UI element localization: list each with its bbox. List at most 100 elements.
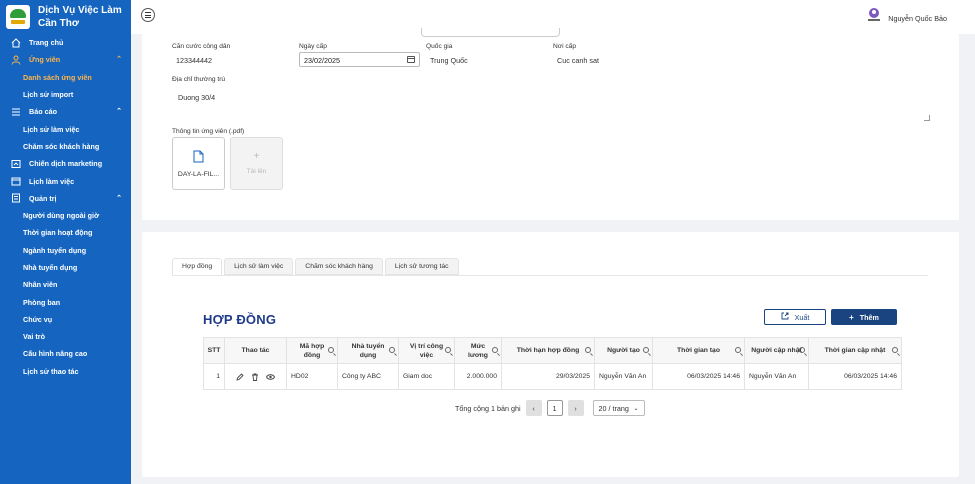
sidebar-item-home[interactable]: Trang chủ	[0, 34, 131, 51]
sidebar-item-roles[interactable]: Vai trò	[0, 328, 131, 345]
cell-creator: Nguyễn Văn An	[594, 363, 653, 390]
issue-place-value[interactable]: Cuc canh sat	[557, 56, 599, 65]
sidebar-item-label: Quản trị	[29, 193, 57, 203]
col-updater-label: Người cập nhật	[751, 347, 802, 354]
col-actions: Thao tác	[224, 337, 287, 364]
sidebar-item-label: Nhân viên	[23, 280, 58, 290]
col-created[interactable]: Thời gian tạo	[652, 337, 745, 364]
search-icon[interactable]	[445, 347, 451, 353]
chevron-up-icon: ⌃	[116, 194, 122, 202]
prev-page-icon[interactable]: ‹	[525, 400, 542, 416]
edit-icon[interactable]	[236, 372, 244, 381]
date-label: Ngày cấp	[299, 43, 327, 50]
cell-updater: Nguyễn Văn An	[744, 363, 809, 390]
sidebar-item-employers[interactable]: Nhà tuyển dụng	[0, 259, 131, 276]
address-label: Địa chỉ thường trú	[172, 76, 226, 83]
sidebar-item-label: Báo cáo	[29, 107, 57, 117]
sidebar-item-candidate-list[interactable]: Danh sách ứng viên	[0, 69, 131, 86]
previous-field-edge[interactable]	[421, 28, 560, 37]
col-term[interactable]: Thời hạn hợp đồng	[501, 337, 595, 364]
sidebar-item-label: Lịch sử làm việc	[23, 124, 80, 134]
resize-handle-icon[interactable]	[924, 115, 930, 121]
col-code[interactable]: Mã hợp đồng	[286, 337, 338, 364]
search-icon[interactable]	[389, 347, 395, 353]
chevron-up-icon: ⌃	[116, 108, 122, 116]
col-updated[interactable]: Thời gian cập nhật	[808, 337, 902, 364]
country-value[interactable]: Trung Quốc	[430, 56, 468, 65]
sidebar-item-advanced-config[interactable]: Cấu hình nâng cao	[0, 345, 131, 362]
issue-date-field[interactable]: 23/02/2025	[299, 52, 420, 67]
user-menu[interactable]: Nguyễn Quốc Bảo	[868, 6, 947, 23]
brand[interactable]: Dịch Vụ Việc Làm Cần Thơ	[0, 0, 131, 34]
col-salary[interactable]: Mức lương	[454, 337, 502, 364]
sidebar-item-label: Nhà tuyển dụng	[23, 263, 78, 272]
plus-icon: +	[849, 312, 854, 322]
col-employer[interactable]: Nhà tuyển dụng	[337, 337, 399, 364]
id-value[interactable]: 123344442	[176, 56, 212, 65]
export-icon	[781, 312, 789, 322]
export-button[interactable]: Xuất	[764, 309, 826, 325]
cell-stt: 1	[203, 363, 225, 390]
col-position[interactable]: Vị trí công việc	[398, 337, 455, 364]
campaign-icon	[10, 158, 21, 169]
search-icon[interactable]	[735, 347, 741, 353]
sidebar-item-customer-care[interactable]: Chăm sóc khách hàng	[0, 138, 131, 155]
tab-interaction-history[interactable]: Lịch sử tương tác	[384, 258, 459, 275]
sidebar-item-admin[interactable]: Quản trị ⌃	[0, 190, 131, 207]
country-label: Quốc gia	[426, 43, 453, 50]
contracts-table: STT Thao tác Mã hợp đồng Nhà tuyển dụng …	[203, 337, 902, 390]
plus-icon: +	[253, 151, 260, 162]
menu-toggle-icon[interactable]	[141, 8, 155, 22]
sidebar-item-staff[interactable]: Nhân viên	[0, 276, 131, 293]
sidebar-item-activity-time[interactable]: Thời gian hoạt động	[0, 224, 131, 241]
search-icon[interactable]	[328, 347, 334, 353]
sidebar-item-offhours-users[interactable]: Người dùng ngoài giờ	[0, 207, 131, 224]
sidebar-item-candidates[interactable]: Ứng viên ⌃	[0, 51, 131, 68]
search-icon[interactable]	[643, 347, 649, 353]
col-employer-label: Nhà tuyển dụng	[351, 342, 385, 359]
sidebar-item-import-history[interactable]: Lịch sử import	[0, 86, 131, 103]
sidebar-item-label: Ứng viên	[29, 55, 61, 65]
col-creator[interactable]: Người tạo	[594, 337, 653, 364]
cell-salary: 2.000.000	[454, 363, 502, 390]
calendar-icon[interactable]	[407, 56, 415, 63]
col-updater[interactable]: Người cập nhật	[744, 337, 809, 364]
tab-work-history[interactable]: Lịch sử làm việc	[224, 258, 294, 275]
cell-term: 29/03/2025	[501, 363, 595, 390]
table-header-row: STT Thao tác Mã hợp đồng Nhà tuyển dụng …	[203, 337, 902, 364]
next-page-icon[interactable]: ›	[567, 400, 584, 416]
sidebar-item-reports[interactable]: Báo cáo ⌃	[0, 103, 131, 120]
delete-icon[interactable]	[251, 373, 259, 381]
pdf-file-card[interactable]: DAY-LA-FIL...	[172, 137, 225, 190]
home-icon	[10, 37, 21, 48]
address-field[interactable]: Duong 30/4	[172, 85, 930, 121]
sidebar-item-schedule[interactable]: Lịch làm việc	[0, 172, 131, 189]
tab-customer-care[interactable]: Chăm sóc khách hàng	[295, 258, 383, 275]
sidebar-item-label: Lịch sử import	[23, 90, 74, 100]
sidebar-item-marketing[interactable]: Chiến dịch marketing	[0, 155, 131, 172]
upload-button[interactable]: + Tải lên	[230, 137, 283, 190]
search-icon[interactable]	[892, 347, 898, 353]
admin-icon	[10, 193, 21, 204]
search-icon[interactable]	[799, 347, 805, 353]
issue-place-label: Nơi cấp	[553, 43, 577, 50]
file-name: DAY-LA-FIL...	[177, 170, 220, 178]
add-contract-button[interactable]: + Thêm	[831, 309, 897, 325]
sidebar-item-label: Chiến dịch marketing	[29, 159, 103, 169]
search-icon[interactable]	[585, 347, 591, 353]
sidebar: Dịch Vụ Việc Làm Cần Thơ Trang chủ Ứng v…	[0, 0, 131, 484]
sidebar-item-work-history[interactable]: Lịch sử làm việc	[0, 120, 131, 137]
issue-date-value: 23/02/2025	[304, 56, 340, 65]
sidebar-item-positions[interactable]: Chức vụ	[0, 311, 131, 328]
tab-contracts[interactable]: Hợp đồng	[172, 258, 223, 275]
page-current[interactable]: 1	[546, 400, 563, 416]
page-size-select[interactable]: 20 / trang ⌄	[592, 400, 645, 416]
table-row[interactable]: 1 HD02 Công ty ABC Giam doc 2.000.000 29…	[203, 363, 902, 390]
view-icon[interactable]	[266, 373, 275, 381]
upload-label: Tải lên	[246, 168, 267, 175]
search-icon[interactable]	[492, 347, 498, 353]
sidebar-item-action-history[interactable]: Lịch sử thao tác	[0, 363, 131, 380]
sidebar-item-departments[interactable]: Phòng ban	[0, 293, 131, 310]
address-value: Duong 30/4	[178, 93, 216, 102]
sidebar-item-industries[interactable]: Ngành tuyển dụng	[0, 242, 131, 259]
